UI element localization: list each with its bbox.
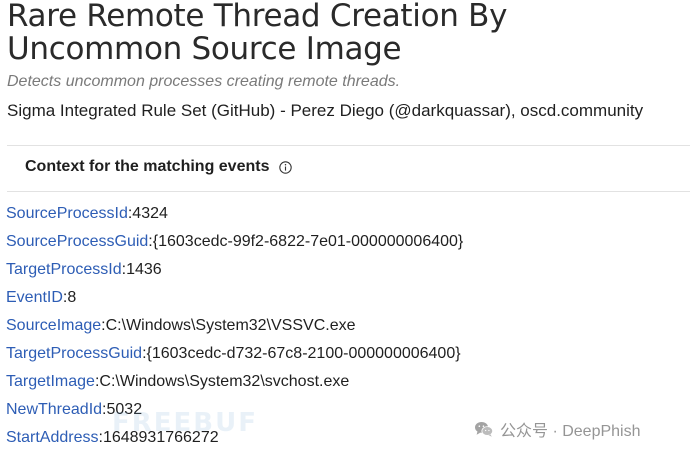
context-section-header: Context for the matching events (25, 158, 293, 176)
faint-watermark: FREEBUF (112, 408, 258, 438)
rule-title: Rare Remote Thread Creation By Uncommon … (7, 0, 508, 67)
field-key-link[interactable]: TargetProcessId (6, 261, 122, 278)
field-row-event-id: EventID:8 (6, 286, 463, 314)
field-key-link[interactable]: TargetProcessGuid (6, 345, 142, 362)
field-key-link[interactable]: TargetImage (6, 373, 95, 390)
section-divider-bottom (7, 191, 690, 192)
field-row-source-process-id: SourceProcessId:4324 (6, 202, 463, 230)
field-value: 1436 (126, 261, 162, 278)
field-row-target-image: TargetImage:C:\Windows\System32\svchost.… (6, 370, 463, 398)
field-row-target-process-guid: TargetProcessGuid:{1603cedc-d732-67c8-21… (6, 342, 463, 370)
field-key-link[interactable]: SourceImage (6, 317, 101, 334)
field-value: {1603cedc-99f2-6822-7e01-000000006400} (152, 233, 464, 250)
section-divider-top (7, 145, 690, 146)
field-value: {1603cedc-d732-67c8-2100-000000006400} (146, 345, 461, 362)
field-key-link[interactable]: StartAddress (6, 429, 98, 446)
field-value: C:\Windows\System32\svchost.exe (99, 373, 350, 390)
wechat-icon (475, 421, 494, 437)
watermark: 公众号 · DeepPhish (474, 417, 641, 441)
watermark-text: 公众号 · DeepPhish (500, 423, 641, 440)
field-row-target-process-id: TargetProcessId:1436 (6, 258, 463, 286)
field-row-source-image: SourceImage:C:\Windows\System32\VSSVC.ex… (6, 314, 463, 342)
info-circle-icon[interactable] (279, 160, 293, 174)
field-key-link[interactable]: NewThreadId (6, 401, 102, 418)
field-row-source-process-guid: SourceProcessGuid:{1603cedc-99f2-6822-7e… (6, 230, 463, 258)
field-value: 4324 (132, 205, 168, 222)
field-value: 8 (67, 289, 77, 306)
field-key-link[interactable]: SourceProcessGuid (6, 233, 148, 250)
rule-description: Detects uncommon processes creating remo… (7, 73, 401, 90)
field-key-link[interactable]: EventID (6, 289, 63, 306)
rule-source: Sigma Integrated Rule Set (GitHub) - Per… (7, 101, 644, 120)
field-value: C:\Windows\System32\VSSVC.exe (105, 317, 356, 334)
field-key-link[interactable]: SourceProcessId (6, 205, 128, 222)
context-section-title: Context for the matching events (25, 158, 270, 175)
